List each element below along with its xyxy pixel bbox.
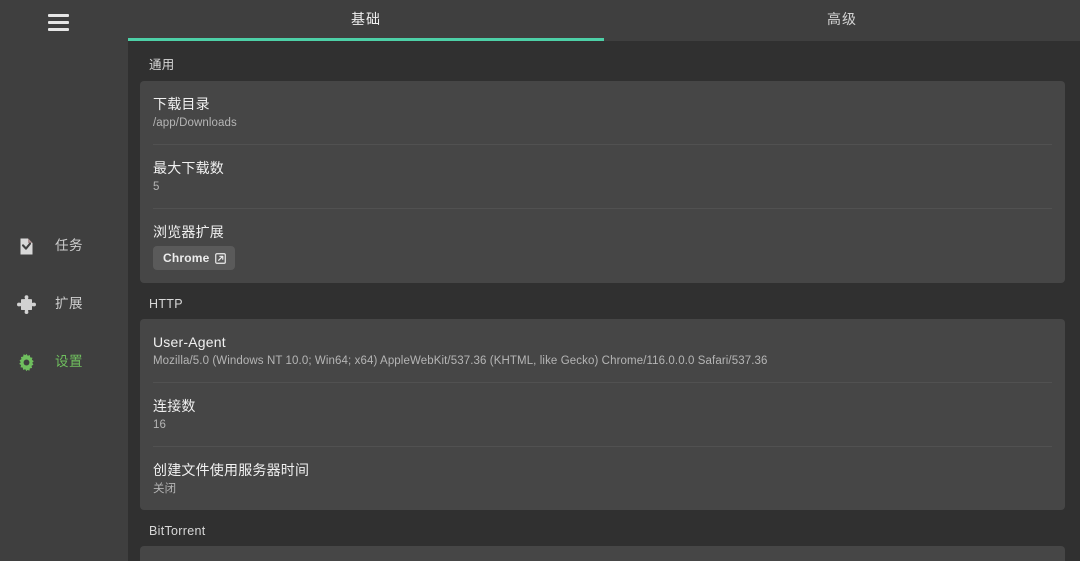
setting-label: 最大下载数 <box>153 160 224 176</box>
settings-card-general: 下载目录 /app/Downloads 最大下载数 5 浏览器扩展 Chrome <box>140 81 1065 283</box>
setting-row-port[interactable]: 端口 0 <box>153 546 1052 561</box>
tab-label: 高级 <box>827 11 857 27</box>
setting-row-server-time[interactable]: 创建文件使用服务器时间 关闭 <box>153 447 1052 510</box>
settings-list[interactable]: 通用 下载目录 /app/Downloads 最大下载数 5 浏览器扩展 Chr… <box>128 41 1080 561</box>
settings-window: 任务 扩展 设置 基础 高级 通用 下载目录 /app/Downloads 最大… <box>0 0 1080 561</box>
external-link-icon <box>214 252 226 264</box>
sidebar-item-settings[interactable]: 设置 <box>0 346 128 378</box>
setting-label: User-Agent <box>153 334 226 350</box>
setting-label: 连接数 <box>153 398 196 414</box>
chrome-extension-button[interactable]: Chrome <box>153 246 235 270</box>
section-title-general: 通用 <box>149 58 175 72</box>
sidebar: 任务 扩展 设置 <box>0 0 128 561</box>
setting-value: 16 <box>153 419 166 431</box>
section-title-http: HTTP <box>149 297 183 311</box>
sidebar-nav: 任务 扩展 设置 <box>0 230 128 404</box>
section-title-bittorrent: BitTorrent <box>149 524 206 538</box>
setting-value: 关闭 <box>153 483 177 495</box>
hamburger-menu-icon[interactable] <box>42 2 86 42</box>
hamburger-line <box>48 20 69 24</box>
setting-value: /app/Downloads <box>153 117 237 129</box>
setting-row-connections[interactable]: 连接数 16 <box>153 383 1052 447</box>
sidebar-item-label: 任务 <box>55 238 83 254</box>
setting-label: 创建文件使用服务器时间 <box>153 462 310 478</box>
puzzle-piece-icon <box>17 294 36 314</box>
settings-card-http: User-Agent Mozilla/5.0 (Windows NT 10.0;… <box>140 319 1065 510</box>
tab-bar: 基础 高级 <box>128 0 1080 41</box>
sidebar-item-label: 设置 <box>55 354 83 370</box>
setting-row-user-agent[interactable]: User-Agent Mozilla/5.0 (Windows NT 10.0;… <box>153 319 1052 383</box>
tab-label: 基础 <box>351 11 381 27</box>
gear-icon <box>17 353 36 372</box>
chrome-extension-label: Chrome <box>163 251 210 265</box>
tab-basic[interactable]: 基础 <box>128 0 604 41</box>
sidebar-item-tasks[interactable]: 任务 <box>0 230 128 262</box>
hamburger-line <box>48 13 69 17</box>
main-panel: 基础 高级 通用 下载目录 /app/Downloads 最大下载数 5 浏览器… <box>128 0 1080 561</box>
setting-row-download-dir[interactable]: 下载目录 /app/Downloads <box>153 81 1052 145</box>
settings-card-bittorrent: 端口 0 <box>140 546 1065 561</box>
tab-advanced[interactable]: 高级 <box>604 0 1080 41</box>
setting-value: 5 <box>153 181 160 193</box>
setting-label: 下载目录 <box>153 96 210 112</box>
setting-value: Mozilla/5.0 (Windows NT 10.0; Win64; x64… <box>153 355 768 367</box>
hamburger-line <box>48 27 69 31</box>
sidebar-item-extensions[interactable]: 扩展 <box>0 288 128 320</box>
sidebar-item-label: 扩展 <box>55 296 83 312</box>
setting-row-browser-extension[interactable]: 浏览器扩展 Chrome <box>153 209 1052 283</box>
setting-label: 浏览器扩展 <box>153 224 224 240</box>
setting-row-max-downloads[interactable]: 最大下载数 5 <box>153 145 1052 209</box>
file-download-icon <box>17 237 36 256</box>
